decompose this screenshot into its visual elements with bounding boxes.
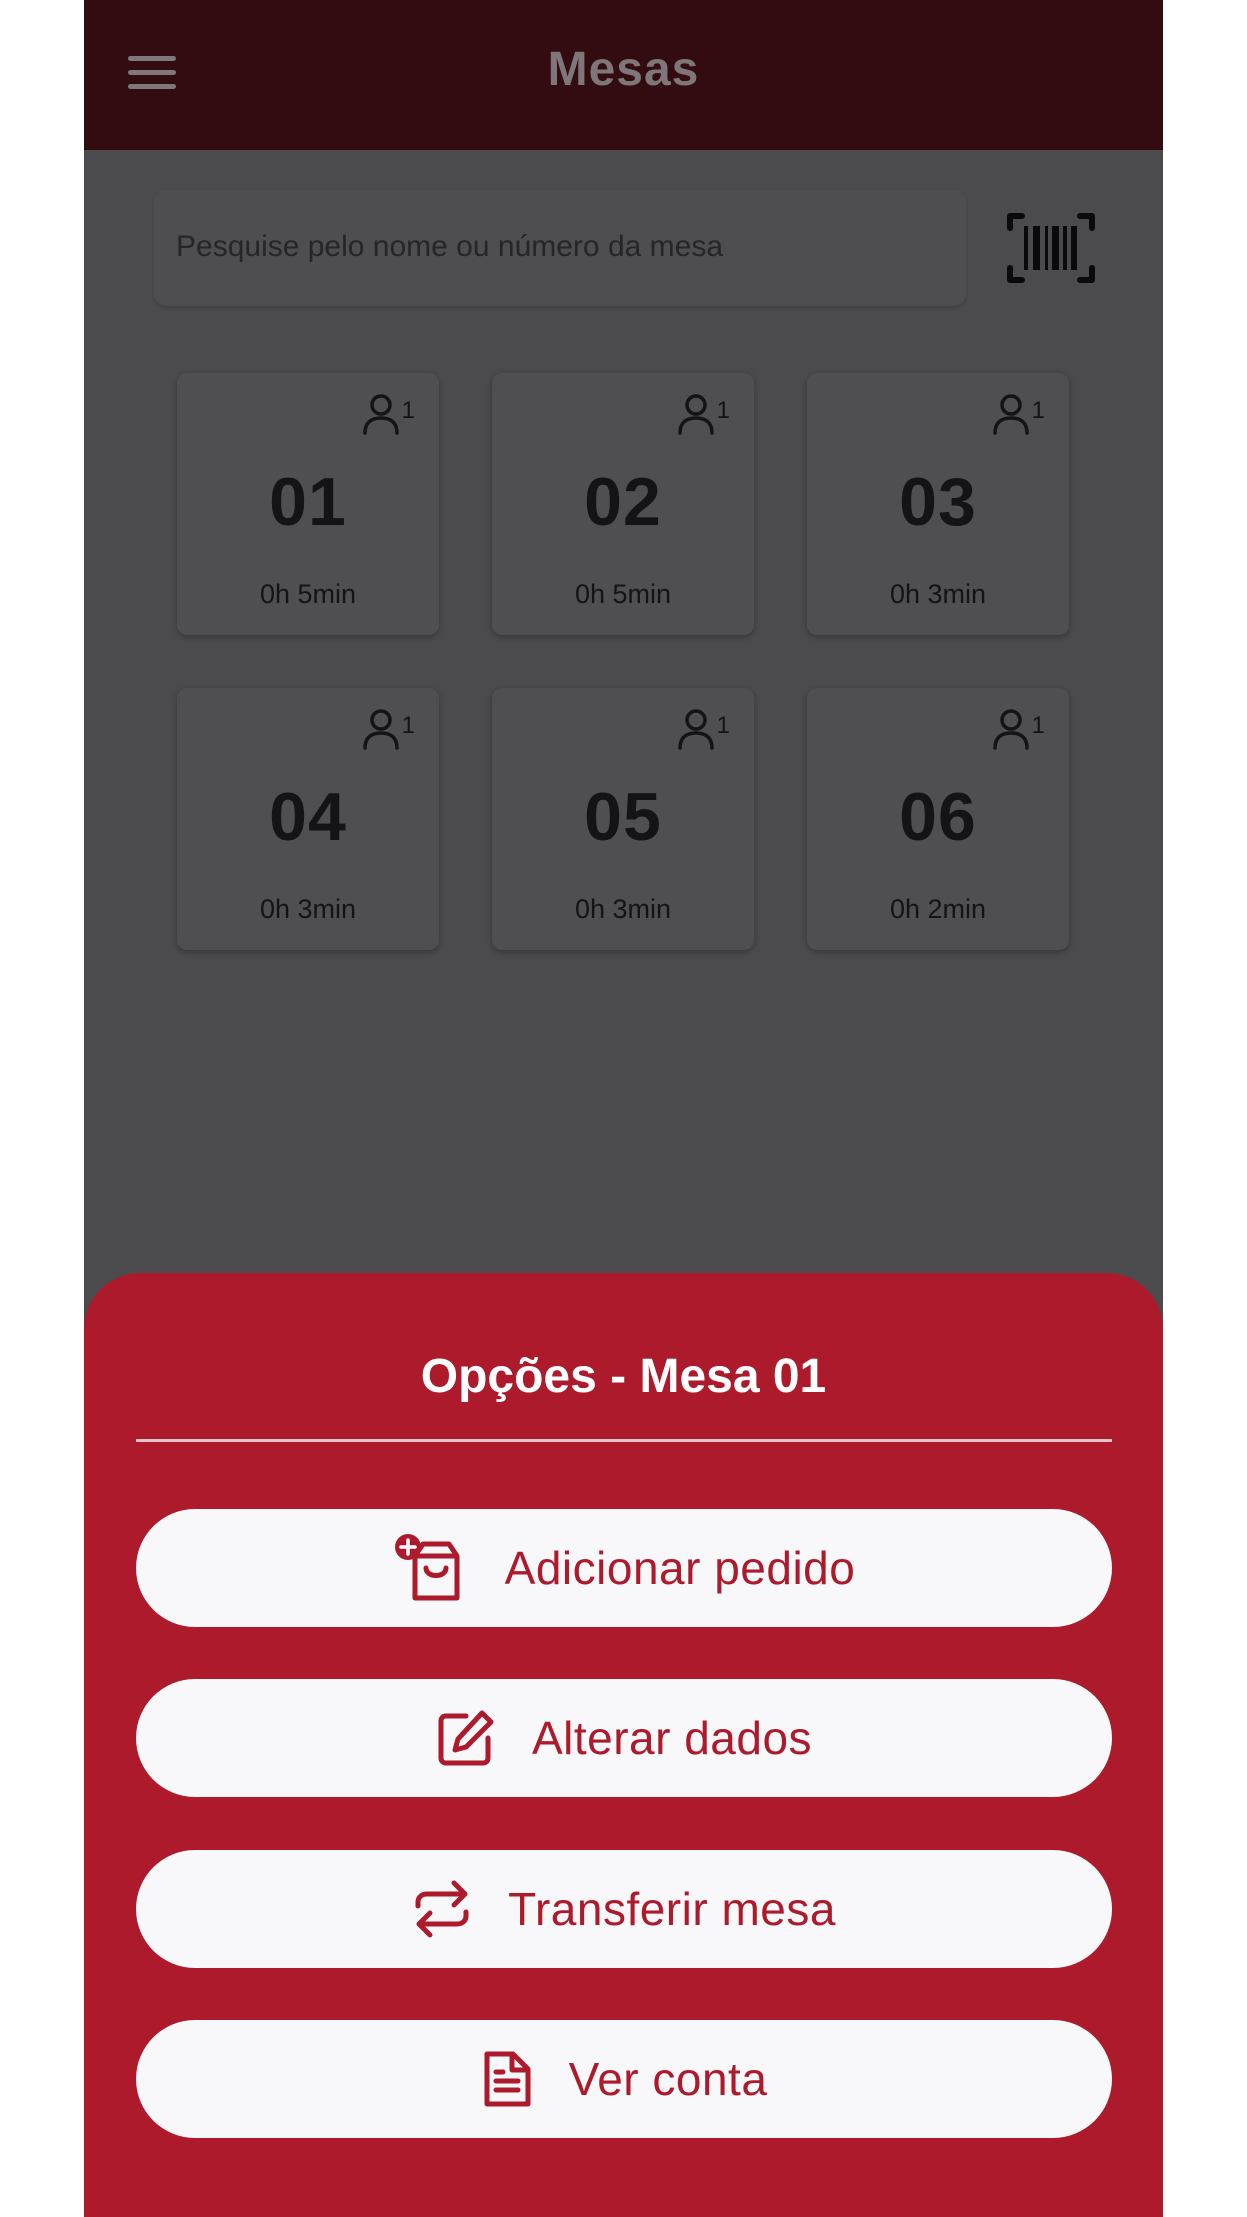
guest-count-value: 1 <box>1031 712 1045 739</box>
options-bottom-sheet: Opções - Mesa 01 Adicionar pedido Altera… <box>84 1273 1163 2217</box>
table-number: 04 <box>269 779 347 855</box>
guest-count-value: 1 <box>1031 397 1045 424</box>
table-number: 02 <box>584 464 662 540</box>
guest-count-value: 1 <box>401 397 415 424</box>
guest-count: 1 <box>992 708 1045 752</box>
guest-count: 1 <box>362 393 415 437</box>
person-icon <box>677 394 714 435</box>
table-card[interactable]: 1 04 0h 3min <box>177 688 439 950</box>
divider <box>136 1439 1112 1442</box>
guest-count: 1 <box>677 708 730 752</box>
table-card[interactable]: 1 03 0h 3min <box>807 373 1069 635</box>
edit-data-button[interactable]: Alterar dados <box>136 1679 1112 1797</box>
app-screen: Mesas Pesquise pelo nome ou número da me… <box>84 0 1163 2217</box>
edit-icon <box>436 1708 496 1768</box>
table-card[interactable]: 1 06 0h 2min <box>807 688 1069 950</box>
table-elapsed-time: 0h 2min <box>889 894 987 924</box>
table-card[interactable]: 1 05 0h 3min <box>492 688 754 950</box>
view-bill-button[interactable]: Ver conta <box>136 2020 1112 2138</box>
guest-count: 1 <box>992 393 1045 437</box>
table-number: 03 <box>899 464 977 540</box>
document-icon <box>481 2048 533 2110</box>
table-elapsed-time: 0h 5min <box>574 579 672 609</box>
search-placeholder: Pesquise pelo nome ou número da mesa <box>176 230 724 263</box>
shopping-bag-plus-icon <box>393 1532 469 1604</box>
table-elapsed-time: 0h 3min <box>889 579 987 609</box>
table-elapsed-time: 0h 3min <box>259 894 357 924</box>
transfer-icon <box>412 1878 472 1940</box>
transfer-table-label: Transferir mesa <box>508 1883 836 1935</box>
add-order-label: Adicionar pedido <box>504 1542 856 1594</box>
top-app-bar: Mesas <box>84 0 1163 150</box>
table-elapsed-time: 0h 3min <box>574 894 672 924</box>
table-card[interactable]: 1 02 0h 5min <box>492 373 754 635</box>
person-icon <box>362 709 399 750</box>
table-card[interactable]: 1 01 0h 5min <box>177 373 439 635</box>
person-icon <box>362 394 399 435</box>
person-icon <box>992 709 1029 750</box>
add-order-button[interactable]: Adicionar pedido <box>136 1509 1112 1627</box>
page-title: Mesas <box>547 43 700 96</box>
person-icon <box>677 709 714 750</box>
table-number: 01 <box>269 464 347 540</box>
guest-count: 1 <box>677 393 730 437</box>
guest-count: 1 <box>362 708 415 752</box>
transfer-table-button[interactable]: Transferir mesa <box>136 1850 1112 1968</box>
sheet-title: Opções - Mesa 01 <box>420 1350 827 1403</box>
edit-data-label: Alterar dados <box>531 1712 813 1764</box>
search-input[interactable]: Pesquise pelo nome ou número da mesa <box>154 190 966 306</box>
guest-count-value: 1 <box>716 397 730 424</box>
view-bill-label: Ver conta <box>568 2053 768 2105</box>
table-number: 05 <box>584 779 662 855</box>
barcode-scanner-icon[interactable] <box>1006 210 1096 286</box>
guest-count-value: 1 <box>401 712 415 739</box>
person-icon <box>992 394 1029 435</box>
table-number: 06 <box>899 779 977 855</box>
guest-count-value: 1 <box>716 712 730 739</box>
table-elapsed-time: 0h 5min <box>259 579 357 609</box>
